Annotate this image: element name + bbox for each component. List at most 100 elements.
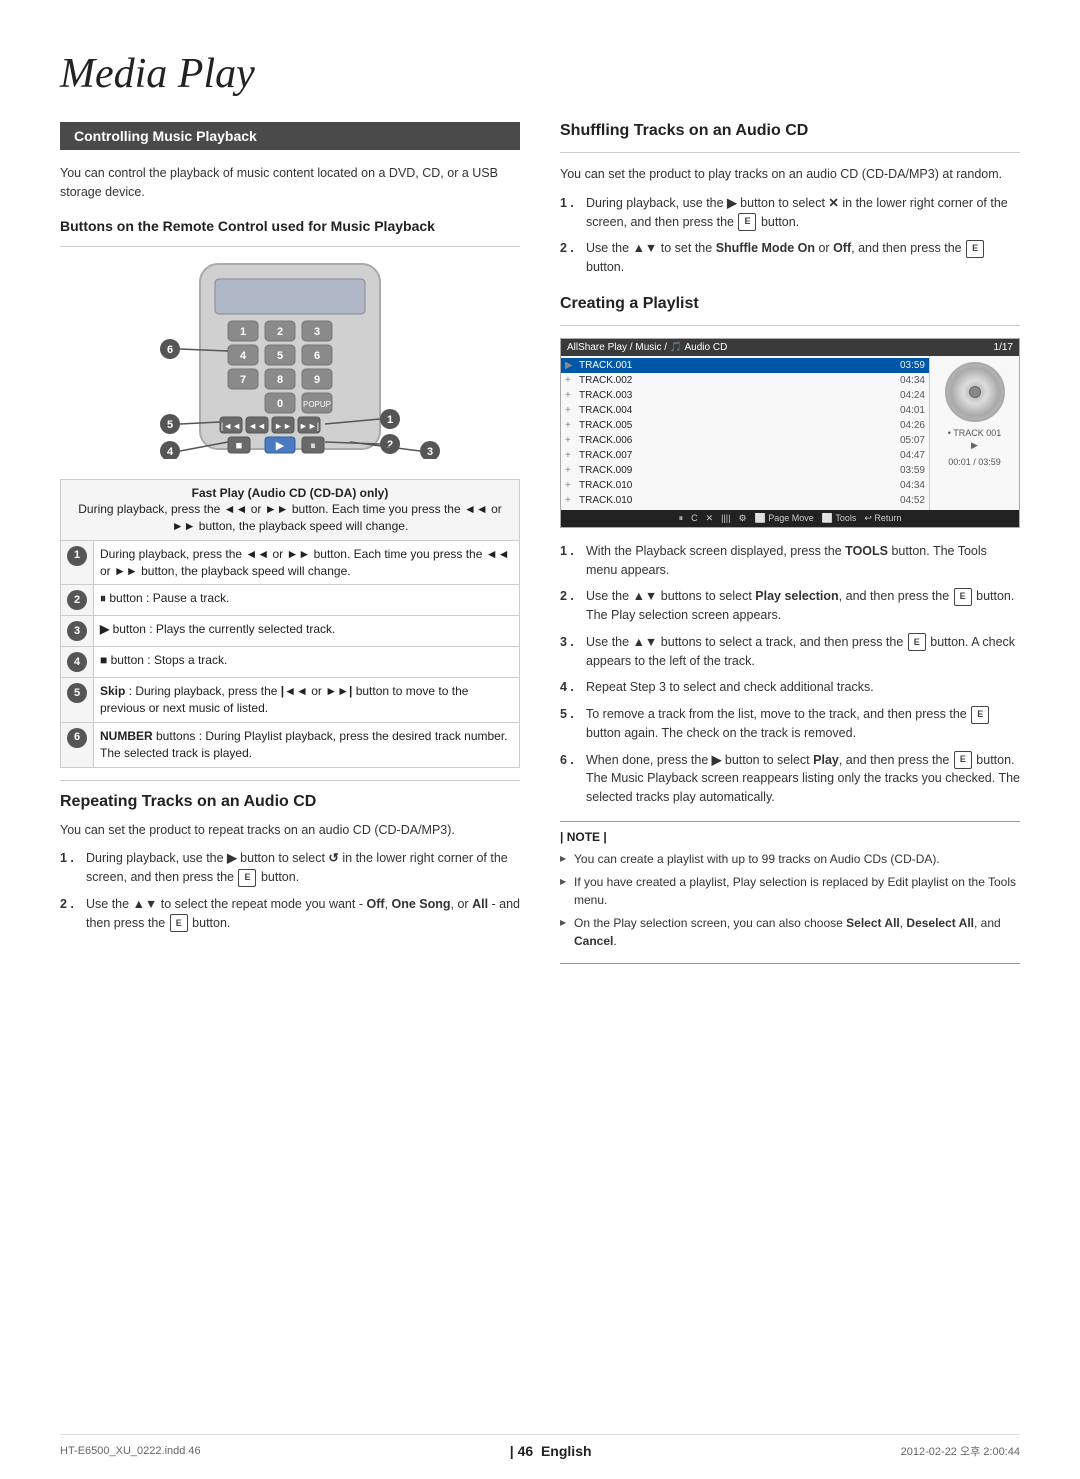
playlist-steps-list: 1 . With the Playback screen displayed, … xyxy=(560,542,1020,807)
enter-btn-icon-2: E xyxy=(170,914,188,932)
shuffle-step-1: 1 . During playback, use the ▶ button to… xyxy=(560,194,1020,232)
svg-text:5: 5 xyxy=(277,350,283,362)
svg-text:7: 7 xyxy=(240,374,246,386)
cd-disc-icon xyxy=(945,362,1005,422)
shuffle-step-2: 2 . Use the ▲▼ to set the Shuffle Mode O… xyxy=(560,239,1020,277)
remote-control-heading: Buttons on the Remote Control used for M… xyxy=(60,218,520,234)
enter-btn-shuffle-1: E xyxy=(738,213,756,231)
left-column: Controlling Music Playback You can contr… xyxy=(60,122,520,940)
playlist-track-001: ▶ TRACK.001 03:59 xyxy=(561,358,929,373)
playlist-step-3: 3 . Use the ▲▼ buttons to select a track… xyxy=(560,633,1020,671)
playlist-track-007: + TRACK.007 04:47 xyxy=(561,448,929,463)
playlist-step-1: 1 . With the Playback screen displayed, … xyxy=(560,542,1020,580)
controlling-intro: You can control the playback of music co… xyxy=(60,164,520,202)
svg-text:POPUP: POPUP xyxy=(303,400,331,409)
footer-page-move: ⬜ Page Move xyxy=(755,513,814,524)
svg-text:2: 2 xyxy=(387,439,393,451)
btn3-desc: ▶ button : Plays the currently selected … xyxy=(94,616,520,647)
fast-play-desc: During playback, press the ◄◄ or ►► butt… xyxy=(78,502,502,533)
playlist-step-6: 6 . When done, press the ▶ button to sel… xyxy=(560,751,1020,807)
svg-text:9: 9 xyxy=(314,374,320,386)
playlist-header-right: 1/17 xyxy=(994,342,1013,353)
btn6-row: 6 NUMBER buttons : During Playlist playb… xyxy=(61,723,520,768)
svg-text:4: 4 xyxy=(167,446,174,458)
divider-3 xyxy=(560,152,1020,153)
enter-btn-shuffle-2: E xyxy=(966,240,984,258)
footer-right: 2012-02-22 오후 2:00:44 xyxy=(901,1443,1020,1459)
fast-play-heading: Fast Play (Audio CD (CD-DA) only) xyxy=(192,486,389,500)
footer-tools: ⬜ Tools xyxy=(822,513,857,524)
btn5-circle: 5 xyxy=(67,683,87,703)
playlist-screen: AllShare Play / Music / 🎵 Audio CD 1/17 … xyxy=(560,338,1020,528)
playlist-step-4: 4 . Repeat Step 3 to select and check ad… xyxy=(560,678,1020,697)
playlist-step-5: 5 . To remove a track from the list, mov… xyxy=(560,705,1020,743)
playlist-heading: Creating a Playlist xyxy=(560,295,1020,313)
remote-svg: 1 2 3 4 5 6 7 8 xyxy=(80,259,500,459)
svg-text:►►|: ►►| xyxy=(299,421,319,431)
svg-text:6: 6 xyxy=(314,350,320,362)
svg-text:⏸: ⏸ xyxy=(310,440,316,452)
note-box: | NOTE | You can create a playlist with … xyxy=(560,821,1020,964)
playlist-track-009: + TRACK.009 03:59 xyxy=(561,463,929,478)
svg-text:0: 0 xyxy=(277,398,283,410)
remote-control-diagram: 1 2 3 4 5 6 7 8 xyxy=(80,259,500,469)
playlist-track-010b: + TRACK.010 04:52 xyxy=(561,493,929,508)
note-item-3: On the Play selection screen, you can al… xyxy=(560,914,1020,950)
playlist-track-005: + TRACK.005 04:26 xyxy=(561,418,929,433)
svg-text:3: 3 xyxy=(427,446,433,458)
svg-text:4: 4 xyxy=(240,350,247,362)
divider-1 xyxy=(60,246,520,247)
divider-4 xyxy=(560,325,1020,326)
btn6-desc: NUMBER buttons : During Playlist playbac… xyxy=(94,723,520,768)
two-column-layout: Controlling Music Playback You can contr… xyxy=(60,122,1020,964)
repeat-steps-list: 1 . During playback, use the ▶ button to… xyxy=(60,849,520,932)
section-heading-controlling: Controlling Music Playback xyxy=(60,122,520,150)
svg-text:1: 1 xyxy=(240,326,246,338)
page-title: Media Play xyxy=(60,50,1020,98)
svg-text:▶: ▶ xyxy=(276,440,285,452)
track-label: • TRACK 001 xyxy=(948,428,1002,438)
shuffle-heading: Shuffling Tracks on an Audio CD xyxy=(560,122,1020,140)
shuffle-steps-list: 1 . During playback, use the ▶ button to… xyxy=(560,194,1020,277)
btn4-circle: 4 xyxy=(67,652,87,672)
svg-text:►►: ►► xyxy=(274,421,292,431)
btn3-circle: 3 xyxy=(67,621,87,641)
enter-btn-pl-3: E xyxy=(971,706,989,724)
note-item-2: If you have created a playlist, Play sel… xyxy=(560,873,1020,909)
svg-text:◄◄: ◄◄ xyxy=(248,421,266,431)
btn4-desc: ■ button : Stops a track. xyxy=(94,647,520,678)
footer-icon-bars: |||| xyxy=(721,513,730,524)
cd-hole xyxy=(969,386,981,398)
btn2-desc: ⏸ button : Pause a track. xyxy=(94,585,520,616)
playlist-screen-header: AllShare Play / Music / 🎵 Audio CD 1/17 xyxy=(561,339,1019,356)
repeat-heading: Repeating Tracks on an Audio CD xyxy=(60,793,520,811)
svg-text:5: 5 xyxy=(167,419,173,431)
footer-icon-x: ✕ xyxy=(706,513,714,524)
repeat-step-2: 2 . Use the ▲▼ to select the repeat mode… xyxy=(60,895,520,933)
playlist-tracks-list: ▶ TRACK.001 03:59 + TRACK.002 04:34 + TR… xyxy=(561,356,929,510)
svg-text:8: 8 xyxy=(277,374,283,386)
playlist-track-010a: + TRACK.010 04:34 xyxy=(561,478,929,493)
svg-text:■: ■ xyxy=(236,440,243,452)
btn6-circle: 6 xyxy=(67,728,87,748)
btn2-row: 2 ⏸ button : Pause a track. xyxy=(61,585,520,616)
btn2-circle: 2 xyxy=(67,590,87,610)
playlist-track-003: + TRACK.003 04:24 xyxy=(561,388,929,403)
footer-icon-c: C xyxy=(691,513,698,524)
page-container: Media Play Controlling Music Playback Yo… xyxy=(0,0,1080,1479)
svg-text:1: 1 xyxy=(387,414,393,426)
note-list: You can create a playlist with up to 99 … xyxy=(560,850,1020,950)
repeat-step-1: 1 . During playback, use the ▶ button to… xyxy=(60,849,520,887)
btn5-row: 5 Skip : During playback, press the |◄◄ … xyxy=(61,678,520,723)
track-progress: ▶ xyxy=(967,438,982,453)
playlist-track-006: + TRACK.006 05:07 xyxy=(561,433,929,448)
playlist-header-left: AllShare Play / Music / 🎵 Audio CD xyxy=(567,342,727,353)
playlist-body: ▶ TRACK.001 03:59 + TRACK.002 04:34 + TR… xyxy=(561,356,1019,510)
playlist-step-2: 2 . Use the ▲▼ buttons to select Play se… xyxy=(560,587,1020,625)
svg-text:|◄◄: |◄◄ xyxy=(221,421,241,431)
enter-btn-pl-1: E xyxy=(954,588,972,606)
playlist-track-002: + TRACK.002 04:34 xyxy=(561,373,929,388)
right-column: Shuffling Tracks on an Audio CD You can … xyxy=(560,122,1020,964)
footer-left: HT-E6500_XU_0222.indd 46 xyxy=(60,1445,201,1457)
svg-text:6: 6 xyxy=(167,344,173,356)
